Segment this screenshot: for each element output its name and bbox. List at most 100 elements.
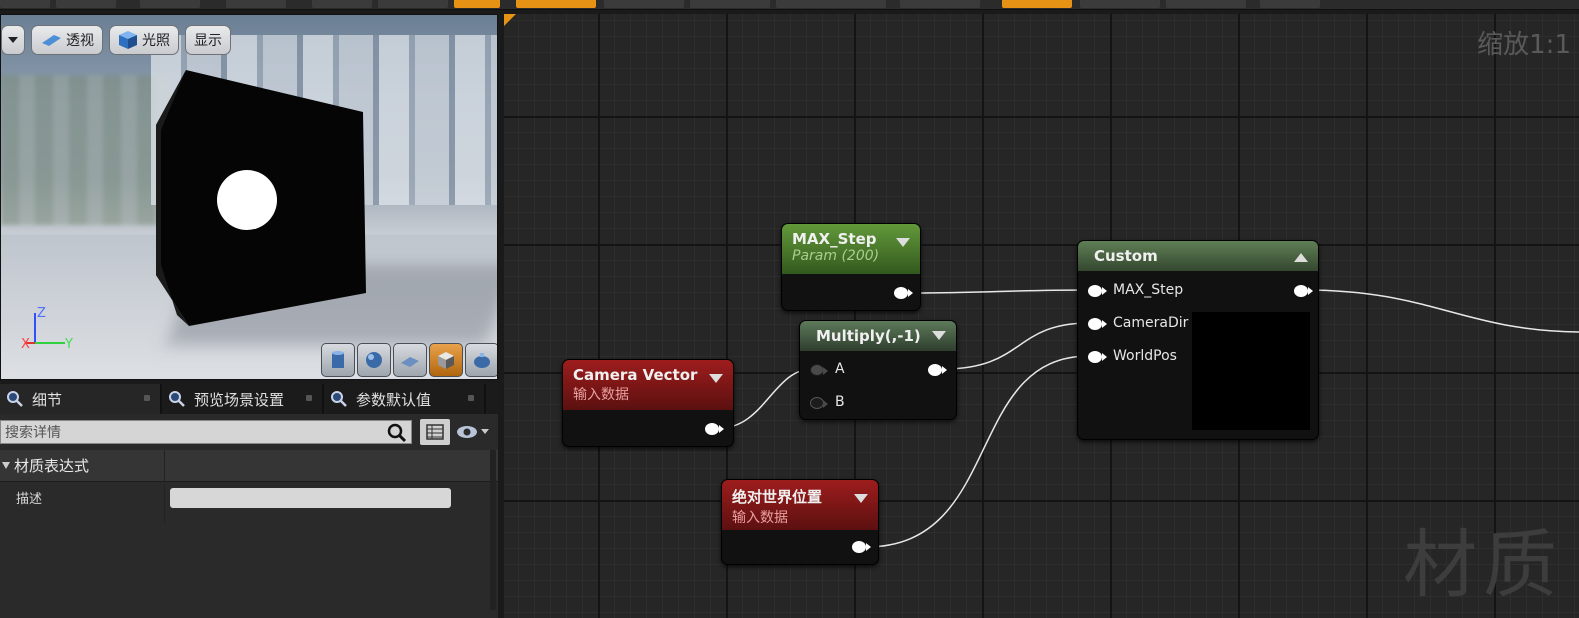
details-search-input[interactable]: 搜索详情	[0, 420, 412, 444]
editor-toolbar	[0, 0, 1579, 10]
plane-preview-button[interactable]	[393, 343, 427, 377]
toolbar-button[interactable]	[226, 0, 286, 8]
viewport-options-dropdown[interactable]	[1, 25, 25, 55]
column-divider	[164, 484, 165, 524]
lighting-button[interactable]: 光照	[109, 25, 179, 55]
node-subtitle: 输入数据	[573, 387, 629, 403]
cube-preview-button[interactable]	[429, 343, 463, 377]
input-pin-world-pos[interactable]	[1088, 351, 1107, 363]
chevron-down-icon	[8, 37, 18, 43]
toolbar-button[interactable]	[378, 0, 448, 8]
wire-multiply-out	[943, 322, 1090, 370]
toolbar-button[interactable]	[312, 0, 372, 8]
collapse-arrow-icon	[2, 462, 10, 469]
lighting-label: 光照	[142, 33, 170, 49]
pin-label-b: B	[835, 394, 845, 410]
tab-label: 预览场景设置	[194, 390, 285, 409]
close-tab-icon[interactable]	[306, 395, 312, 401]
table-grid-icon	[426, 424, 444, 440]
input-pin-a[interactable]	[810, 364, 828, 376]
node-header[interactable]: Multiply(,-1)	[800, 321, 956, 351]
preview-viewport[interactable]: 透视 光照 显示 Z X Y	[0, 14, 498, 380]
wire-custom-out	[1303, 289, 1579, 333]
node-header[interactable]: 绝对世界位置 输入数据	[722, 480, 878, 530]
close-tab-icon[interactable]	[468, 395, 474, 401]
collapse-arrow-icon[interactable]	[932, 331, 946, 340]
node-title: MAX_Step	[792, 230, 877, 248]
cylinder-preview-button[interactable]	[321, 343, 355, 377]
details-search-row: 搜索详情	[0, 418, 498, 446]
teapot-icon	[474, 353, 490, 368]
input-pin-b[interactable]	[810, 397, 828, 409]
tab-preview-scene-settings[interactable]: 预览场景设置	[162, 384, 324, 414]
toolbar-button-active[interactable]	[1002, 0, 1072, 8]
output-pin[interactable]	[1294, 285, 1313, 297]
toolbar-button[interactable]	[1166, 0, 1246, 8]
wire-max-step	[913, 289, 1090, 294]
toolbar-button-active[interactable]	[454, 0, 500, 8]
toolbar-button[interactable]	[1080, 0, 1160, 8]
category-label: 材质表达式	[14, 457, 90, 475]
pin-label-max-step: MAX_Step	[1113, 282, 1184, 298]
input-pin-camera-dir[interactable]	[1088, 318, 1107, 330]
node-wires	[719, 289, 1579, 548]
node-title: Custom	[1094, 247, 1158, 265]
node-custom[interactable]: Custom MAX_Step CameraDir WorldPos	[1077, 240, 1319, 440]
pin-label-camera-dir: CameraDir	[1113, 315, 1189, 331]
toolbar-button[interactable]	[140, 0, 200, 8]
description-input[interactable]	[170, 488, 451, 508]
pin-label-world-pos: WorldPos	[1113, 348, 1177, 364]
node-header[interactable]: MAX_Step Param (200)	[782, 224, 920, 274]
collapse-arrow-icon[interactable]	[854, 494, 868, 503]
expand-arrow-icon[interactable]	[1294, 253, 1308, 262]
node-absolute-world-position[interactable]: 绝对世界位置 输入数据	[721, 479, 879, 565]
cylinder-icon	[332, 351, 344, 368]
close-tab-icon[interactable]	[144, 395, 150, 401]
magnifier-icon	[387, 423, 407, 443]
material-graph-canvas[interactable]: 缩放1:1 材质 MAX_Step Param (200) Camera Vec…	[504, 14, 1579, 618]
axis-y-label: Y	[64, 337, 73, 351]
output-pin[interactable]	[852, 541, 871, 553]
custom-mesh-preview-button[interactable]	[465, 343, 497, 377]
toolbar-button-active[interactable]	[516, 0, 596, 8]
toolbar-button[interactable]	[690, 0, 770, 8]
plane-icon	[401, 357, 419, 367]
view-options-button[interactable]	[454, 419, 494, 445]
node-title: Camera Vector	[573, 366, 698, 384]
axis-x-label: X	[21, 337, 30, 351]
details-panel: 细节 预览场景设置 参数默认值 搜索详情 材质表达式 描述	[0, 384, 498, 618]
details-scrollbar[interactable]	[490, 450, 496, 610]
perspective-label: 透视	[66, 33, 94, 49]
output-pin[interactable]	[894, 287, 913, 299]
toolbar-button[interactable]	[604, 0, 684, 8]
collapse-arrow-icon[interactable]	[709, 374, 723, 383]
tab-label: 细节	[32, 390, 63, 409]
collapse-arrow-icon[interactable]	[896, 238, 910, 247]
node-header[interactable]: Custom	[1078, 241, 1318, 271]
show-button[interactable]: 显示	[185, 25, 231, 55]
toolbar-button[interactable]	[56, 0, 116, 8]
emissive-circle	[217, 170, 277, 230]
toolbar-button[interactable]	[900, 0, 980, 8]
node-camera-vector[interactable]: Camera Vector 输入数据	[562, 359, 734, 447]
category-material-expression[interactable]: 材质表达式	[0, 450, 498, 482]
node-header[interactable]: Camera Vector 输入数据	[563, 360, 733, 410]
output-pin[interactable]	[928, 364, 947, 376]
node-multiply[interactable]: Multiply(,-1) A B	[799, 320, 957, 420]
tab-details[interactable]: 细节	[0, 384, 162, 414]
toolbar-button[interactable]	[0, 0, 50, 8]
cube-lit-icon	[119, 31, 137, 49]
property-matrix-button[interactable]	[420, 419, 450, 445]
input-pin-max-step[interactable]	[1088, 285, 1107, 297]
toolbar-button[interactable]	[1260, 0, 1320, 8]
node-max-step[interactable]: MAX_Step Param (200)	[781, 223, 921, 311]
output-pin[interactable]	[705, 423, 724, 435]
axis-gizmo: Z X Y	[21, 306, 73, 351]
axis-z-label: Z	[37, 306, 46, 321]
toolbar-button[interactable]	[776, 0, 886, 8]
show-label: 显示	[194, 33, 222, 49]
tab-parameter-defaults[interactable]: 参数默认值	[324, 384, 486, 414]
sphere-preview-button[interactable]	[357, 343, 391, 377]
perspective-button[interactable]: 透视	[31, 25, 103, 55]
viewport-toolbar: 透视 光照 显示	[1, 25, 231, 55]
